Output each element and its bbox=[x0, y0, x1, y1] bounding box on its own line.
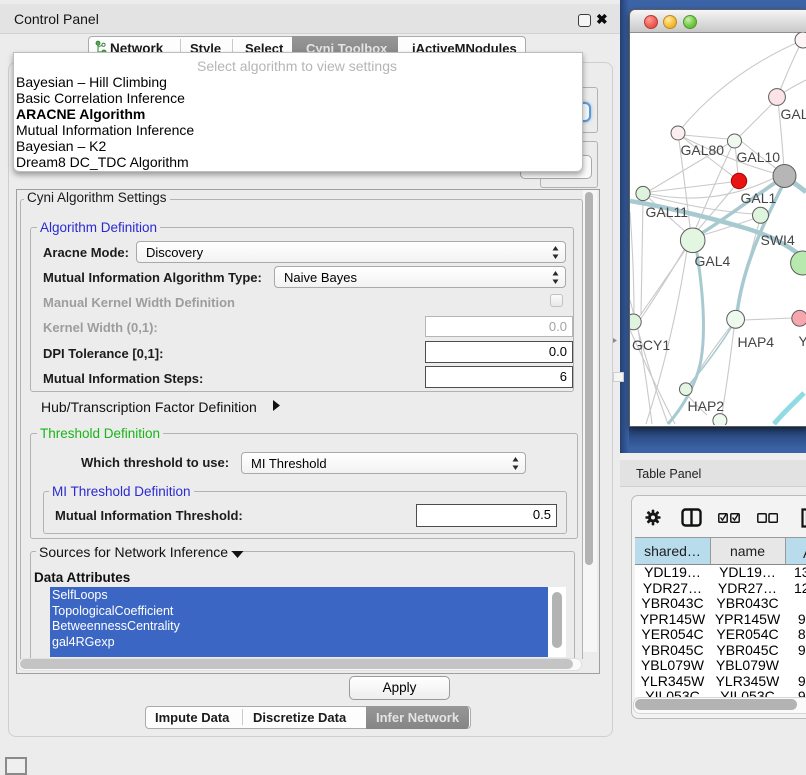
svg-text:GAL80: GAL80 bbox=[681, 142, 725, 158]
svg-text:GAL4: GAL4 bbox=[695, 253, 731, 269]
svg-text:Y: Y bbox=[799, 333, 806, 349]
svg-text:GCY1: GCY1 bbox=[632, 337, 670, 353]
svg-text:GAL10: GAL10 bbox=[737, 149, 781, 165]
svg-text:SWI4: SWI4 bbox=[761, 232, 795, 248]
svg-text:GAL7: GAL7 bbox=[781, 106, 806, 122]
svg-text:GAL11: GAL11 bbox=[646, 204, 689, 220]
svg-text:GAL1: GAL1 bbox=[741, 190, 777, 206]
svg-text:HAP4: HAP4 bbox=[738, 334, 775, 350]
svg-text:HAP2: HAP2 bbox=[688, 398, 725, 414]
